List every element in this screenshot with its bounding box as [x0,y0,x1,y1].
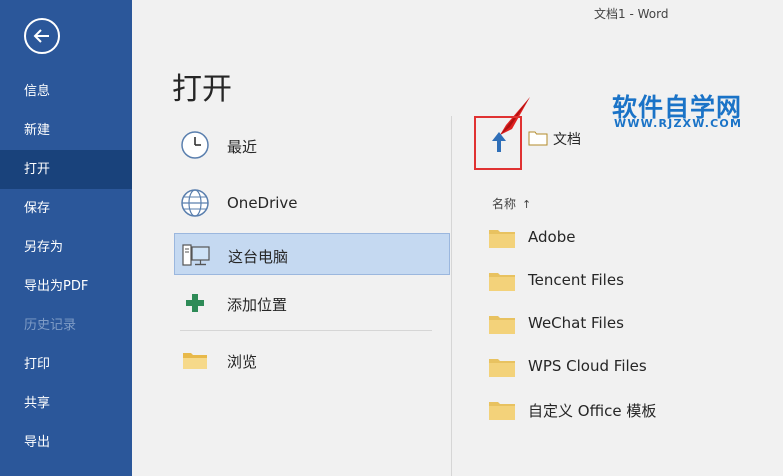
backstage-sidebar: 信息 新建 打开 保存 另存为 导出为PDF 历史记录 打印 共享 导出 [0,0,132,476]
location-add-place[interactable]: 添加位置 [174,282,450,324]
folder-icon [489,359,515,377]
folder-icon [489,230,515,248]
computer-icon [182,244,210,266]
location-label: 最近 [227,138,258,156]
location-recent[interactable]: 最近 [174,124,450,166]
nav-item-save-as[interactable]: 另存为 [0,228,132,267]
location-browse[interactable]: 浏览 [174,339,450,381]
up-arrow-icon [492,132,506,152]
nav-item-save[interactable]: 保存 [0,189,132,228]
up-one-level-button[interactable] [474,116,522,170]
nav-item-share[interactable]: 共享 [0,384,132,423]
folder-name: WeChat Files [528,314,624,332]
breadcrumb-documents[interactable]: 文档 [553,129,581,149]
nav-item-info[interactable]: 信息 [0,72,132,111]
nav-item-history: 历史记录 [24,318,77,333]
folder-icon [183,353,207,369]
watermark-url: WWW.RJZXW.COM [614,117,743,130]
location-label: OneDrive [227,194,298,212]
folder-name: WPS Cloud Files [528,357,647,375]
backstage-nav: 信息 新建 打开 保存 另存为 导出为PDF 历史记录 打印 共享 导出 [0,72,132,462]
divider [180,330,432,331]
clock-icon [181,131,209,159]
pane-divider [451,116,452,476]
window-title: 文档1 - Word [594,7,669,21]
location-label: 添加位置 [227,296,288,314]
sort-ascending-icon: ↑ [522,198,532,211]
location-label: 这台电脑 [228,248,289,266]
back-button[interactable] [24,18,60,54]
location-this-pc[interactable]: 这台电脑 [174,233,450,275]
folder-icon [489,273,515,291]
page-title: 打开 [172,72,232,107]
column-header-label: 名称 [492,197,517,211]
folder-icon [489,402,515,420]
back-arrow-icon [33,29,49,43]
nav-item-new[interactable]: 新建 [0,111,132,150]
folder-row[interactable]: Tencent Files [488,262,768,298]
location-onedrive[interactable]: OneDrive [174,182,450,224]
column-header-name[interactable]: 名称 ↑ [492,195,531,212]
folder-name: Tencent Files [528,271,624,289]
folder-row[interactable]: Adobe [488,219,768,255]
folder-icon [489,316,515,334]
nav-item-export[interactable]: 导出 [0,423,132,462]
plus-icon [186,294,204,312]
folder-row[interactable]: 自定义 Office 模板 [488,391,768,427]
folder-name: 自定义 Office 模板 [528,402,657,420]
nav-item-print[interactable]: 打印 [0,345,132,384]
folder-row[interactable]: WPS Cloud Files [488,348,768,384]
folder-name: Adobe [528,228,576,246]
nav-item-export-pdf[interactable]: 导出为PDF [0,267,132,306]
globe-icon [181,189,209,217]
nav-item-open[interactable]: 打开 [0,150,132,189]
folder-row[interactable]: WeChat Files [488,305,768,341]
breadcrumb-folder-icon [528,131,548,146]
location-label: 浏览 [227,353,258,371]
